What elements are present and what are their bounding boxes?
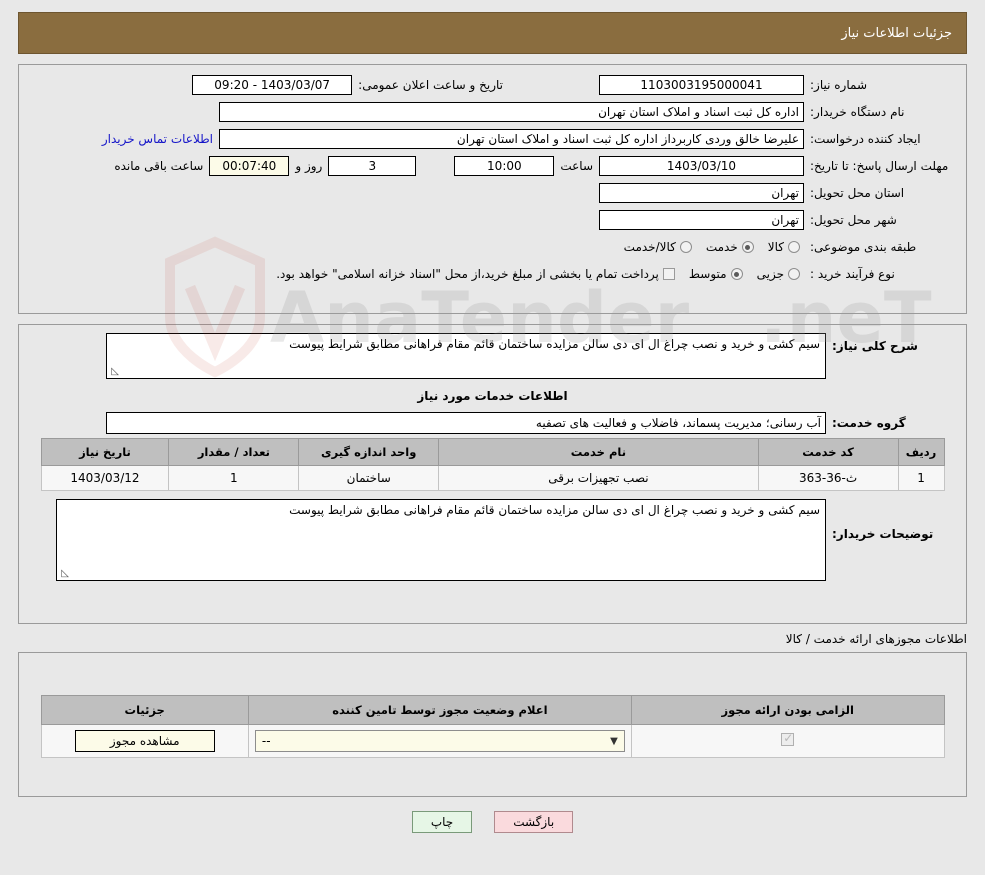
radio-category-service[interactable] bbox=[741, 241, 754, 253]
deadline-date-value: 1403/03/10 bbox=[599, 156, 804, 176]
cell-unit: ساختمان bbox=[298, 465, 440, 491]
view-license-button[interactable]: مشاهده مجوز bbox=[74, 730, 215, 752]
buyer-notes-textarea[interactable]: سیم کشی و خرید و نصب چراغ ال ای دی سالن … bbox=[56, 499, 826, 581]
days-label: روز و bbox=[295, 159, 323, 173]
cell-need-date: 1403/03/12 bbox=[40, 465, 170, 491]
row-response-deadline: مهلت ارسال پاسخ: تا تاریخ: 1403/03/10 سا… bbox=[29, 154, 956, 178]
col-service-code: کد خدمت bbox=[757, 438, 899, 466]
table-header-row: ردیف کد خدمت نام خدمت واحد اندازه گیری ت… bbox=[40, 438, 945, 466]
radio-label-process-0: جزیی bbox=[756, 267, 784, 281]
buyer-contact-link[interactable]: اطلاعات تماس خریدار bbox=[96, 132, 219, 146]
resize-grip-icon[interactable]: ◺ bbox=[109, 367, 119, 377]
col-license-details: جزئیات bbox=[40, 695, 249, 725]
buyer-notes-value: سیم کشی و خرید و نصب چراغ ال ای دی سالن … bbox=[289, 503, 820, 517]
license-status-selected: -- bbox=[261, 734, 271, 748]
row-buyer-org: نام دستگاه خریدار: اداره کل ثبت اسناد و … bbox=[29, 100, 956, 124]
service-items-table: ردیف کد خدمت نام خدمت واحد اندازه گیری ت… bbox=[40, 438, 945, 491]
need-description-panel: شرح کلی نیاز: سیم کشی و خرید و نصب چراغ … bbox=[18, 324, 967, 624]
city-value: تهران bbox=[599, 210, 804, 230]
city-label: شهر محل تحویل: bbox=[810, 213, 897, 227]
need-number-label: شماره نیاز: bbox=[810, 78, 867, 92]
row-purchase-process: نوع فرآیند خرید : جزیی متوسط پرداخت تمام… bbox=[29, 262, 956, 286]
row-delivery-province: استان محل تحویل: تهران bbox=[29, 181, 956, 205]
deadline-label: مهلت ارسال پاسخ: تا تاریخ: bbox=[810, 158, 949, 173]
countdown-timer: 00:07:40 bbox=[209, 156, 290, 176]
license-required-checkbox bbox=[781, 731, 795, 746]
print-button[interactable]: چاپ bbox=[411, 811, 473, 833]
need-number-value: 1103003195000041 bbox=[599, 75, 804, 95]
remaining-days-value: 3 bbox=[328, 156, 417, 176]
license-section-caption: اطلاعات مجوزهای ارائه خدمت / کالا bbox=[785, 632, 967, 646]
license-panel: الزامی بودن ارائه مجوز اعلام وضعیت مجوز … bbox=[18, 652, 967, 797]
province-value: تهران bbox=[599, 183, 804, 203]
cell-service-name: نصب تجهیزات برقی bbox=[438, 465, 759, 491]
process-label: نوع فرآیند خرید : bbox=[810, 267, 895, 281]
row-need-summary: شرح کلی نیاز: سیم کشی و خرید و نصب چراغ … bbox=[29, 333, 956, 379]
radio-category-goods[interactable] bbox=[788, 241, 800, 253]
category-label: طبقه بندی موضوعی: bbox=[810, 240, 917, 254]
row-buyer-notes: توضیحات خریدار: سیم کشی و خرید و نصب چرا… bbox=[29, 499, 956, 581]
cell-service-code: ث-36-363 bbox=[757, 465, 899, 491]
radio-label-category-2: کالا/خدمت bbox=[623, 240, 676, 254]
row-delivery-city: شهر محل تحویل: تهران bbox=[29, 208, 956, 232]
hour-label: ساعت bbox=[560, 159, 593, 173]
page-root: AnaTender .neT جزئیات اطلاعات نیاز شماره… bbox=[0, 12, 985, 875]
service-group-value: آب رسانی؛ مدیریت پسماند، فاضلاب و فعالیت… bbox=[106, 412, 826, 434]
resize-grip-icon-2[interactable]: ◺ bbox=[59, 569, 69, 579]
page-title: جزئیات اطلاعات نیاز bbox=[841, 25, 952, 41]
radio-label-category-1: خدمت bbox=[705, 240, 738, 254]
radio-category-goods-service[interactable] bbox=[679, 241, 692, 253]
col-quantity: تعداد / مقدار bbox=[168, 438, 300, 466]
cell-license-status: ▼ -- bbox=[247, 724, 632, 758]
deadline-time-value: 10:00 bbox=[454, 156, 555, 176]
row-need-number: شماره نیاز: 1103003195000041 تاریخ و ساع… bbox=[29, 73, 956, 97]
footer-button-bar: بازگشت چاپ bbox=[0, 811, 985, 833]
province-label: استان محل تحویل: bbox=[810, 186, 905, 200]
services-section-title: اطلاعات خدمات مورد نیاز bbox=[417, 389, 568, 403]
cell-row-number: 1 bbox=[897, 465, 945, 491]
col-license-status: اعلام وضعیت مجوز توسط تامین کننده bbox=[247, 695, 632, 725]
service-group-label: گروه خدمت: bbox=[832, 416, 906, 430]
back-button[interactable]: بازگشت bbox=[494, 811, 574, 833]
license-table-row: ▼ -- مشاهده مجوز bbox=[40, 724, 945, 758]
radio-label-process-1: متوسط bbox=[688, 267, 727, 281]
row-subject-category: طبقه بندی موضوعی: کالا خدمت کالا/خدمت bbox=[29, 235, 956, 259]
col-row-number: ردیف bbox=[897, 438, 945, 466]
table-row: 1 ث-36-363 نصب تجهیزات برقی ساختمان 1 14… bbox=[40, 465, 945, 491]
cell-quantity: 1 bbox=[168, 465, 300, 491]
cell-license-details: مشاهده مجوز bbox=[40, 724, 249, 758]
row-request-creator: ایجاد کننده درخواست: علیرضا خالق وردی کا… bbox=[29, 127, 956, 151]
col-service-name: نام خدمت bbox=[438, 438, 759, 466]
radio-process-minor[interactable] bbox=[788, 268, 800, 280]
license-status-select[interactable]: ▼ -- bbox=[254, 730, 625, 752]
creator-label: ایجاد کننده درخواست: bbox=[810, 132, 921, 146]
checkbox-islamic-treasury-docs[interactable] bbox=[662, 268, 675, 280]
public-announce-label: تاریخ و ساعت اعلان عمومی: bbox=[358, 78, 503, 92]
buyer-org-label: نام دستگاه خریدار: bbox=[810, 105, 905, 119]
license-table-header-row: الزامی بودن ارائه مجوز اعلام وضعیت مجوز … bbox=[40, 695, 945, 725]
radio-label-category-0: کالا bbox=[767, 240, 784, 254]
page-title-bar: جزئیات اطلاعات نیاز bbox=[18, 12, 967, 54]
need-info-panel: شماره نیاز: 1103003195000041 تاریخ و ساع… bbox=[18, 64, 967, 314]
need-summary-value: سیم کشی و خرید و نصب چراغ ال ای دی سالن … bbox=[289, 337, 820, 351]
col-need-date: تاریخ نیاز bbox=[40, 438, 170, 466]
chevron-down-icon: ▼ bbox=[610, 735, 618, 747]
creator-value: علیرضا خالق وردی کاربرداز اداره کل ثبت ا… bbox=[219, 129, 804, 149]
need-summary-label: شرح کلی نیاز: bbox=[832, 339, 918, 353]
treasury-note: پرداخت تمام یا بخشی از مبلغ خرید،از محل … bbox=[276, 267, 659, 281]
col-unit: واحد اندازه گیری bbox=[298, 438, 440, 466]
public-announce-value: 1403/03/07 - 09:20 bbox=[192, 75, 353, 95]
col-license-required: الزامی بودن ارائه مجوز bbox=[630, 695, 945, 725]
buyer-notes-label: توضیحات خریدار: bbox=[832, 527, 934, 541]
need-summary-textarea[interactable]: سیم کشی و خرید و نصب چراغ ال ای دی سالن … bbox=[106, 333, 826, 379]
buyer-org-value: اداره کل ثبت اسناد و املاک استان تهران bbox=[219, 102, 804, 122]
cell-license-required bbox=[630, 724, 945, 758]
remaining-hours-label: ساعت باقی مانده bbox=[114, 159, 204, 173]
radio-process-medium[interactable] bbox=[730, 268, 743, 280]
license-table: الزامی بودن ارائه مجوز اعلام وضعیت مجوز … bbox=[40, 695, 945, 758]
row-service-group: گروه خدمت: آب رسانی؛ مدیریت پسماند، فاضل… bbox=[29, 411, 956, 435]
